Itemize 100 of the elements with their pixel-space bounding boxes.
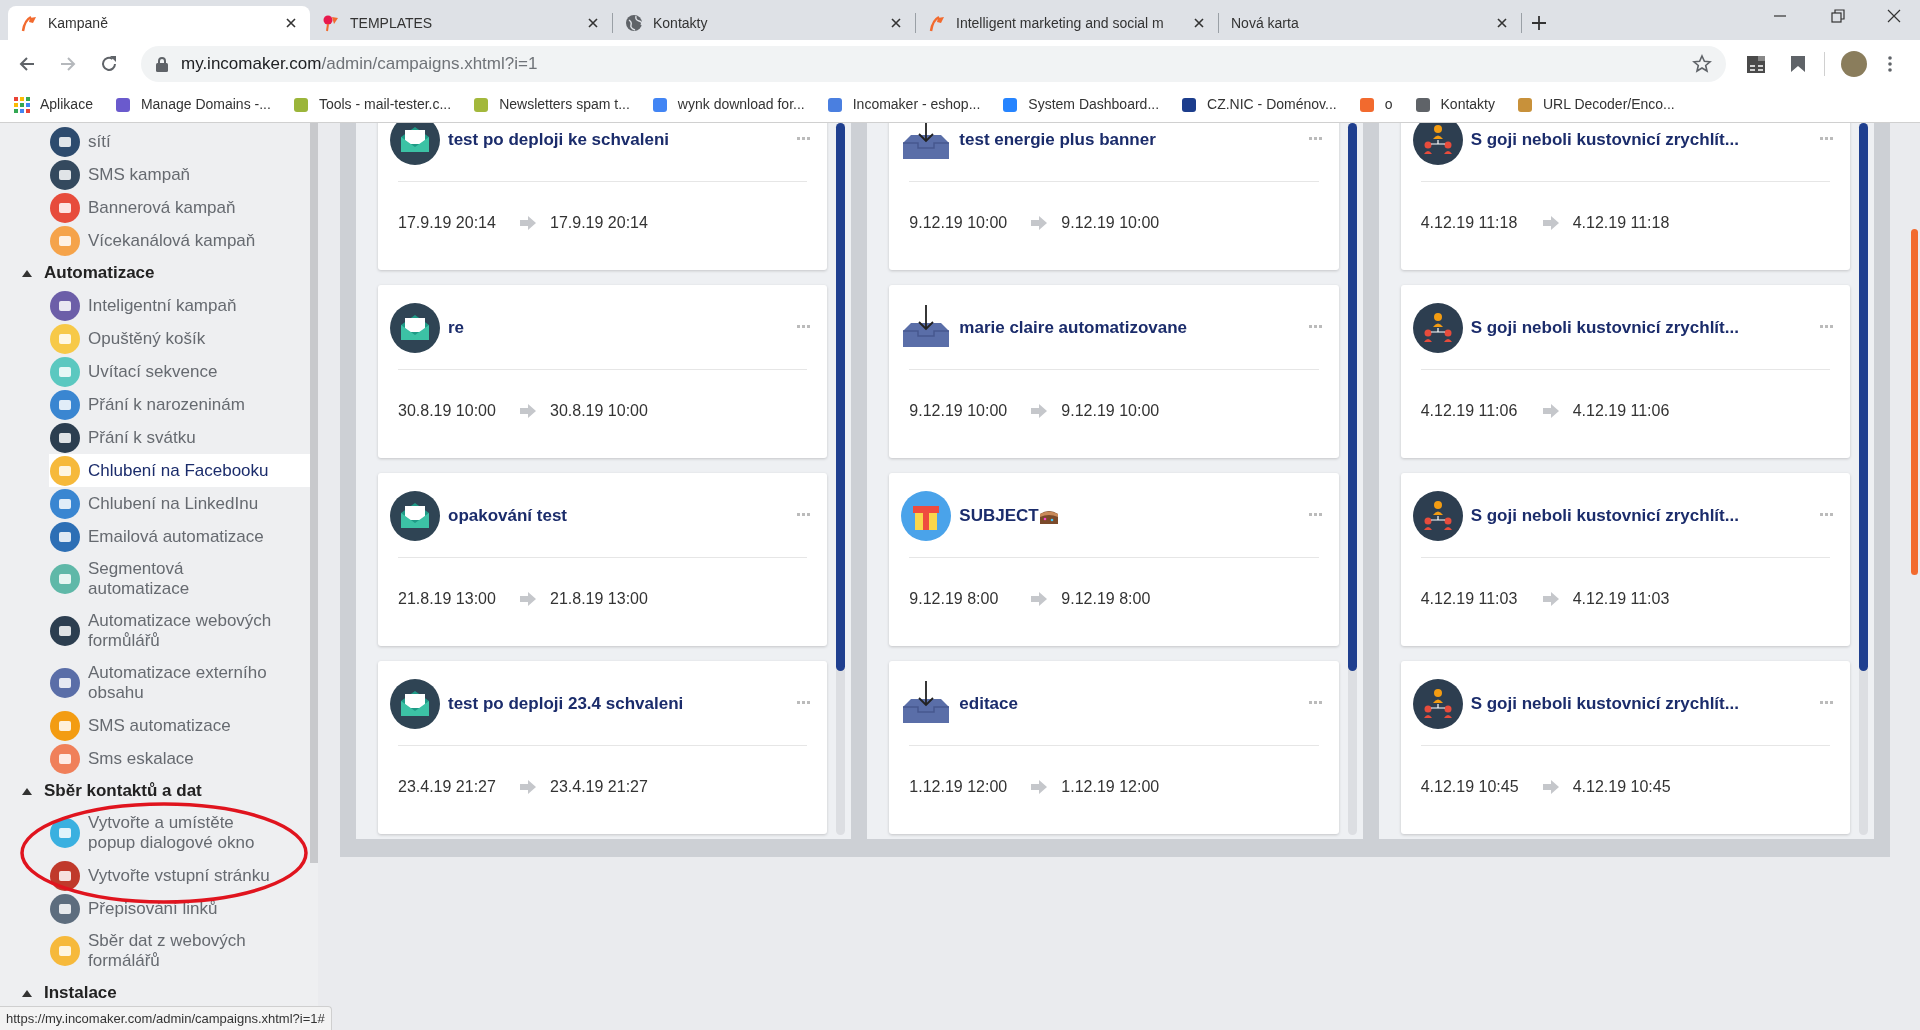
collapse-icon[interactable] [22,988,32,998]
end-date: 30.8.19 10:00 [550,401,648,421]
card-title[interactable]: S goji neboli kustovnicí zrychlít... [1470,503,1739,529]
sidebar-item[interactable]: Automatizace webových formůlářů [49,605,310,657]
bookmark[interactable]: Tools - mail-tester.c... [292,94,452,115]
bookmark[interactable]: o [1358,94,1393,115]
card-title[interactable]: test energie plus banner [959,127,1156,153]
scrollbar-thumb[interactable] [1859,123,1868,671]
arrow-right-icon [1031,404,1048,418]
bookmark-icon[interactable] [1788,53,1808,74]
arrow-right-icon [520,216,536,230]
sidebar-item[interactable]: Automatizace externího obsahu [49,657,310,709]
people-icon [1412,679,1463,729]
end-date: 17.9.19 20:14 [550,213,648,233]
sidebar-item[interactable]: Opuštěný košík [49,322,310,355]
sidebar-item[interactable]: Přání k narozeninám [49,388,310,421]
address-bar[interactable]: my.incomaker.com/admin/campaigns.xhtml?i=1 [141,45,1726,82]
campaign-card[interactable]: editace 1.12.19 12:00 1.12.19 12:00 [889,661,1339,834]
scrollbar-thumb[interactable] [1911,229,1918,575]
end-date: 9.12.19 8:00 [1061,589,1151,609]
reload-icon[interactable] [99,53,119,74]
sidebar-item[interactable]: sítí [49,125,310,158]
sidebar-item[interactable]: SMS automatizace [49,709,310,742]
bookmark[interactable]: Manage Domains -... [114,94,271,115]
campaign-card[interactable]: test po deploji ke schvaleni 17.9.19 20:14 17.9.19 20:14 [378,123,828,270]
sidebar-item[interactable]: Vytvořte a umístěte popup dialogové okno [49,807,310,859]
sidebar-item[interactable]: Chlubení na LinkedInu [49,487,310,520]
campaign-card[interactable]: S goji neboli kustovnicí zrychlít... 4.12.19 11:03 4.12.19 11:03 [1400,473,1850,646]
card-title[interactable]: editace [959,691,1018,717]
arrow-right-icon [1542,592,1559,606]
scrollbar-thumb[interactable] [1347,123,1357,671]
sidebar-item[interactable]: Inteligentní kampaň [49,289,310,322]
scrollbar-thumb[interactable] [836,123,846,671]
sidebar-item[interactable]: Vytvořte vstupní stránku [49,859,310,892]
card-title[interactable]: SUBJECT [959,503,1039,529]
card-title[interactable]: test po deploji 23.4 schvaleni [448,691,684,717]
bookmark[interactable]: CZ.NIC - Doménov... [1181,94,1337,115]
browser-tab[interactable]: Kontakty [613,6,915,40]
sidebar-item[interactable]: Vícekanálová kampaň [49,224,310,257]
bookmark[interactable]: URL Decoder/Enco... [1517,94,1675,115]
close-icon[interactable] [586,16,600,30]
arrow-right-icon [1031,216,1048,230]
bookmark[interactable]: Kontakty [1414,94,1495,115]
end-date: 23.4.19 21:27 [550,777,648,797]
section-header[interactable]: Instalace [44,980,117,1006]
close-icon[interactable] [889,16,903,30]
bookmark[interactable]: System Dashboard... [1002,94,1160,115]
card-title[interactable]: re [448,315,465,341]
campaign-card[interactable]: marie claire automatizovane 9.12.19 10:00 9.12.19 10:00 [889,285,1339,458]
browser-tab[interactable]: Kampaně [8,6,310,40]
browser-tab[interactable]: Nová karta [1219,6,1521,40]
extension-icon[interactable] [1746,53,1766,74]
campaign-card[interactable]: S goji neboli kustovnicí zrychlít... 4.12.19 11:18 4.12.19 11:18 [1400,123,1850,270]
close-icon[interactable] [1192,16,1206,30]
close-icon[interactable] [284,16,298,30]
section-header[interactable]: Automatizace [44,260,155,286]
collapse-icon[interactable] [22,786,32,796]
card-title[interactable]: S goji neboli kustovnicí zrychlít... [1470,691,1739,717]
campaign-card[interactable]: test energie plus banner 9.12.19 10:00 9.12.19 10:00 [889,123,1339,270]
section-header[interactable]: Sběr kontaktů a dat [44,778,202,804]
sidebar-item[interactable]: Přepisování linků [49,892,310,925]
card-title[interactable]: test po deploji ke schvaleni [448,127,670,153]
new-tab-icon[interactable] [1530,14,1548,32]
sidebar-item[interactable]: Sběr dat z webových formálářů [49,925,310,977]
sidebar-item[interactable]: Uvítací sekvence [49,355,310,388]
browser-tab[interactable]: TEMPLATES [310,6,612,40]
restore-icon[interactable] [1830,8,1846,24]
campaign-card[interactable]: opakování test 21.8.19 13:00 21.8.19 13:00 [378,473,828,646]
globe-icon [625,14,643,32]
card-title[interactable]: marie claire automatizovane [959,315,1188,341]
campaign-card[interactable]: S goji neboli kustovnicí zrychlít... 4.12.19 10:45 4.12.19 10:45 [1400,661,1850,834]
campaign-card[interactable]: test po deploji 23.4 schvaleni 23.4.19 21:27 23.4.19 21:27 [378,661,828,834]
scrollbar-thumb[interactable] [310,123,318,863]
arrow-right-icon [1031,592,1048,606]
sidebar-item[interactable]: Sms eskalace [49,742,310,775]
bookmark[interactable]: wynk download for... [651,94,805,115]
card-title[interactable]: opakování test [448,503,568,529]
bookmark[interactable]: Newsletters spam t... [473,94,630,115]
sidebar-item[interactable]: SMS kampaň [49,158,310,191]
close-icon[interactable] [1495,16,1509,30]
start-date: 4.12.19 11:03 [1420,589,1519,609]
close-icon[interactable] [1886,8,1902,24]
browser-tab[interactable]: Intelligent marketing and social m [916,6,1218,40]
sidebar-item[interactable]: Segmentová automatizace [49,553,310,605]
menu-icon[interactable] [1887,54,1893,73]
card-title[interactable]: S goji neboli kustovnicí zrychlít... [1470,315,1739,341]
bookmark[interactable]: Aplikace [14,94,93,115]
bookmark[interactable]: Incomaker - eshop... [826,94,981,115]
campaign-card[interactable]: SUBJECT 9.12.19 8:00 9.12.19 8:00 [889,473,1339,646]
campaign-card[interactable]: S goji neboli kustovnicí zrychlít... 4.12.19 11:06 4.12.19 11:06 [1400,285,1850,458]
sidebar-item[interactable]: Chlubení na Facebooku [49,454,310,487]
sidebar-item[interactable]: Bannerová kampaň [49,191,310,224]
card-title[interactable]: S goji neboli kustovnicí zrychlít... [1470,127,1739,153]
collapse-icon[interactable] [22,268,32,278]
start-date: 30.8.19 10:00 [398,401,497,421]
sidebar-item[interactable]: Emailová automatizace [49,520,310,553]
campaign-card[interactable]: re 30.8.19 10:00 30.8.19 10:00 [378,285,828,458]
star-icon[interactable] [1692,53,1712,74]
sidebar-item[interactable]: Přání k svátku [49,421,310,454]
avatar[interactable] [1841,50,1867,77]
